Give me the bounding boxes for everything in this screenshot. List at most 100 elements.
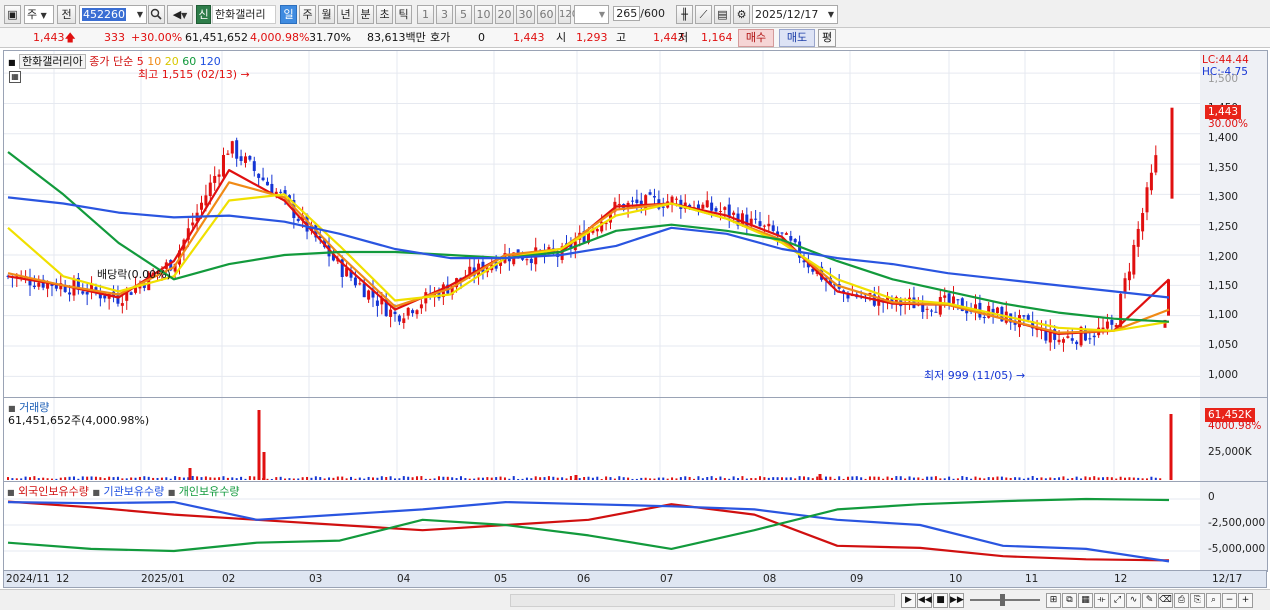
- ruler-icon[interactable]: ⟛: [1094, 593, 1109, 608]
- stop-icon[interactable]: ■: [933, 593, 948, 608]
- volume-bar: [983, 478, 986, 480]
- candle-body: [784, 233, 788, 235]
- candle-body: [353, 277, 357, 286]
- bar-count-field[interactable]: 265/600: [612, 5, 667, 24]
- candle-body: [943, 295, 947, 298]
- volume-bar: [684, 476, 687, 480]
- volume-bar: [574, 475, 578, 480]
- pencil-icon[interactable]: ✎: [1142, 593, 1157, 608]
- tab-minute[interactable]: 분: [357, 5, 374, 24]
- interval-120[interactable]: 120: [558, 5, 578, 24]
- lc-label: LC:44.44: [1202, 54, 1249, 66]
- tab-second[interactable]: 초: [376, 5, 393, 24]
- tab-tick[interactable]: 틱: [395, 5, 412, 24]
- buy-button[interactable]: 매수: [738, 29, 774, 47]
- chart-menu-icon[interactable]: ▣: [4, 5, 21, 24]
- candle-type-icon[interactable]: ╫: [676, 5, 693, 24]
- interval-3[interactable]: 3: [436, 5, 453, 24]
- interval-5[interactable]: 5: [455, 5, 472, 24]
- search-icon-svg: [150, 8, 162, 20]
- interval-30[interactable]: 30: [516, 5, 535, 24]
- volume-bar: [912, 477, 915, 480]
- avg-button[interactable]: 평: [818, 29, 836, 47]
- volume-bar: [605, 476, 608, 480]
- volume-bar: [152, 477, 155, 480]
- rewind-icon[interactable]: ◀◀: [917, 593, 932, 608]
- interval-60[interactable]: 60: [537, 5, 556, 24]
- zoom-slider[interactable]: [970, 599, 1040, 601]
- volume-bar: [486, 477, 489, 480]
- layout-icon[interactable]: ⊞: [1046, 593, 1061, 608]
- volume-panel[interactable]: ■ 거래량 61,451,652주(4,000.98%): [3, 397, 1202, 482]
- zoom-slider-handle[interactable]: [1000, 594, 1005, 606]
- volume-bar: [1066, 478, 1069, 480]
- plus-icon[interactable]: +: [1238, 593, 1253, 608]
- volume-bar: [266, 478, 269, 480]
- scroll-track[interactable]: [510, 594, 895, 607]
- volume-bar: [503, 477, 506, 480]
- interval-10[interactable]: 10: [474, 5, 493, 24]
- candle-body: [200, 202, 203, 210]
- volume-bar: [350, 476, 353, 480]
- volume-bar: [328, 477, 331, 480]
- eraser-icon[interactable]: ⌫: [1158, 593, 1173, 608]
- prev-button[interactable]: 전: [57, 5, 76, 24]
- volume-bar: [1080, 478, 1083, 480]
- volume-bar: [94, 476, 97, 480]
- camera-icon[interactable]: ⎙: [1174, 593, 1189, 608]
- minus-icon[interactable]: −: [1222, 593, 1237, 608]
- tab-week[interactable]: 주: [299, 5, 316, 24]
- search-icon[interactable]: [148, 5, 165, 24]
- date-field[interactable]: 2025/12/17 ▼: [752, 5, 838, 24]
- gear-icon[interactable]: ⚙: [733, 5, 750, 24]
- play-icon[interactable]: ▶: [901, 593, 916, 608]
- volume-bar: [354, 478, 357, 480]
- print-icon[interactable]: ⎘: [1190, 593, 1205, 608]
- candle-body: [208, 182, 212, 197]
- holdings-panel[interactable]: ■ 외국인보유수량 ■ 기관보유수량 ■ 개인보유수량: [3, 481, 1202, 572]
- zoom-icon[interactable]: ⌕: [1206, 593, 1221, 608]
- fast-forward-icon[interactable]: ▶▶: [949, 593, 964, 608]
- volume-bar: [1044, 478, 1047, 480]
- wave-icon[interactable]: ∿: [1126, 593, 1141, 608]
- volume-bar: [851, 476, 854, 480]
- interval-1[interactable]: 1: [417, 5, 434, 24]
- volume-bar: [442, 476, 445, 480]
- volume-bar: [1115, 478, 1118, 480]
- volume-bar: [218, 477, 221, 480]
- volume-bar: [635, 478, 638, 480]
- candle-body: [718, 211, 722, 213]
- volume-bar: [42, 477, 45, 480]
- interval-dropdown[interactable]: ▼: [574, 5, 609, 24]
- stock-code-input[interactable]: 452260 ▼: [79, 5, 147, 24]
- save-icon[interactable]: ▤: [714, 5, 731, 24]
- tab-day[interactable]: 일: [280, 5, 297, 24]
- ytick-1300: 1,300: [1208, 191, 1239, 203]
- interval-20[interactable]: 20: [495, 5, 514, 24]
- speaker-icon[interactable]: ◀▼: [167, 5, 193, 24]
- trend-icon[interactable]: ⤢: [1110, 593, 1125, 608]
- tab-year[interactable]: 년: [337, 5, 354, 24]
- volume-bar: [468, 478, 471, 480]
- volume-bar: [323, 478, 326, 480]
- period-select[interactable]: 주 ▼: [24, 5, 54, 24]
- grid-icon[interactable]: ▦: [1078, 593, 1093, 608]
- candle-body: [226, 153, 230, 155]
- volume-bar: [301, 477, 304, 480]
- candle-body: [362, 283, 366, 298]
- candle-body: [213, 175, 217, 183]
- volume-bar: [688, 476, 691, 480]
- indicator-list-icon[interactable]: ▦: [9, 71, 21, 83]
- xlabel-12: 12: [56, 573, 70, 585]
- volume-bar: [818, 474, 822, 480]
- line-chart-icon[interactable]: ⟋: [695, 5, 712, 24]
- volume-bar: [785, 477, 788, 480]
- high-label: 고: [616, 31, 627, 44]
- price-panel[interactable]: ■ 한화갤러리아 종가 단순 5 10 20 60 120 ▦ 최고 1,515…: [3, 50, 1202, 398]
- candle-body: [934, 311, 938, 313]
- tab-month[interactable]: 월: [318, 5, 335, 24]
- sell-button[interactable]: 매도: [779, 29, 815, 47]
- volume-bar: [407, 476, 410, 480]
- link-icon[interactable]: ⧉: [1062, 593, 1077, 608]
- volume-bar: [310, 477, 313, 480]
